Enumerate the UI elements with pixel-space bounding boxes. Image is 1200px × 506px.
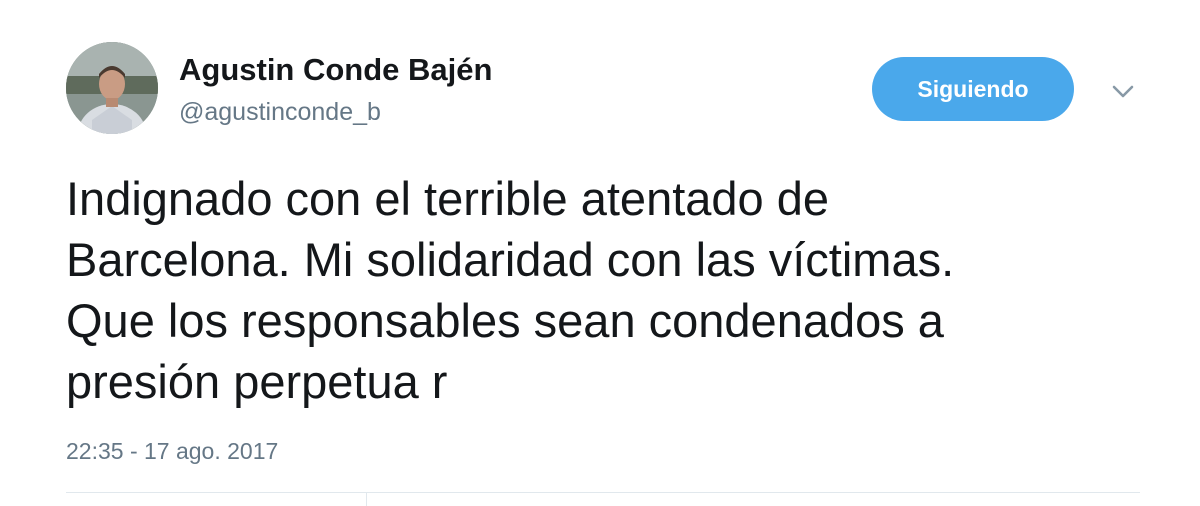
tweet-text-line: Que los responsables sean condenados a <box>66 294 944 347</box>
following-button[interactable]: Siguiendo <box>872 57 1074 121</box>
tweet-text-line: presión perpetua r <box>66 355 448 408</box>
author-handle[interactable]: @agustinconde_b <box>179 98 381 127</box>
tweet-card: Agustin Conde Bajén @agustinconde_b Sigu… <box>0 0 1200 506</box>
tweet-text-line: Barcelona. Mi solidaridad con las víctim… <box>66 233 955 286</box>
profile-photo <box>66 42 158 134</box>
author-display-name[interactable]: Agustin Conde Bajén <box>179 52 492 88</box>
tweet-timestamp[interactable]: 22:35 - 17 ago. 2017 <box>66 438 278 465</box>
tweet-text: Indignado con el terrible atentado de Ba… <box>66 168 1146 412</box>
tweet-text-line: Indignado con el terrible atentado de <box>66 172 830 225</box>
divider-tick <box>366 492 367 506</box>
chevron-down-icon[interactable] <box>1108 76 1138 106</box>
avatar[interactable] <box>66 42 158 134</box>
divider <box>66 492 1140 493</box>
